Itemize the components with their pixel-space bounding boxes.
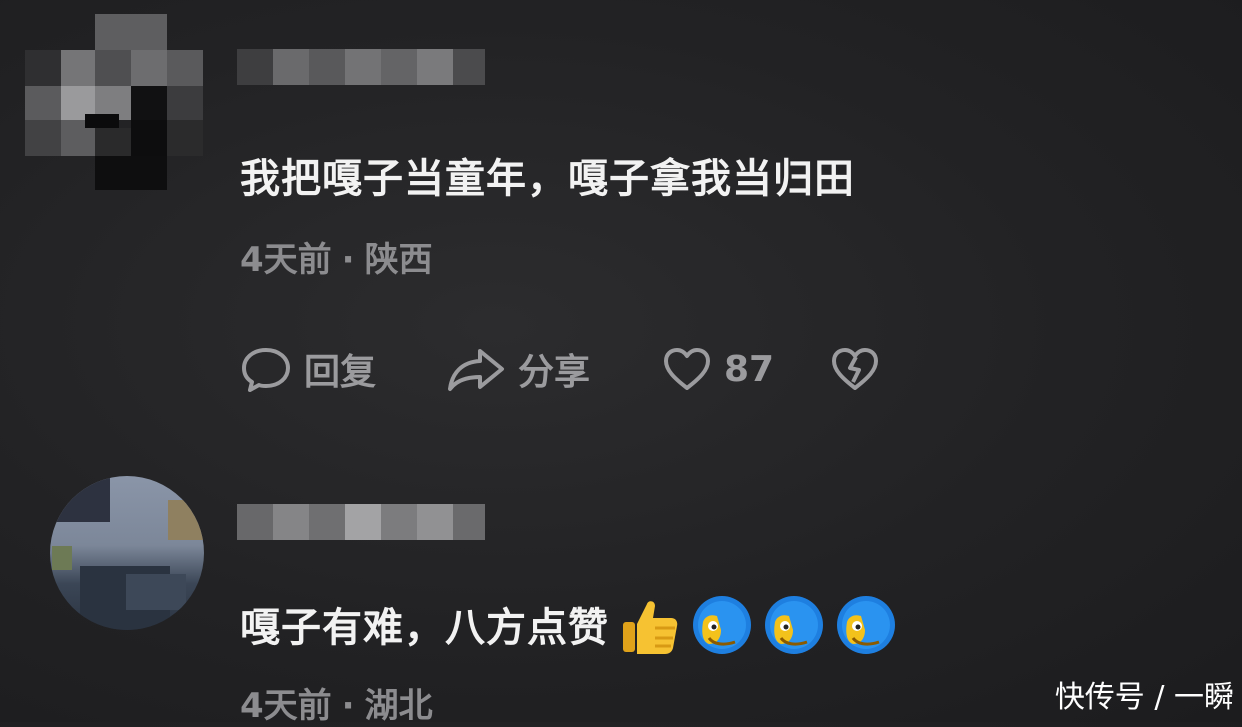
location: 湖北 (364, 686, 433, 726)
share-button[interactable]: 分享 (446, 344, 590, 394)
heart-icon (664, 348, 710, 390)
comment-meta: 4天前 · 湖北 (240, 678, 433, 727)
comment-text: 我把嘎子当童年，嘎子拿我当归田 (240, 156, 855, 202)
comment-meta: 4天前 · 陕西 (240, 232, 433, 281)
comment-bubble-icon (242, 348, 290, 392)
watermark: 快传号 / 一瞬 (1054, 680, 1234, 715)
timestamp: 4天前 (240, 686, 332, 726)
thumbs-up-icon (619, 594, 681, 666)
username[interactable] (237, 504, 485, 540)
separator: · (341, 240, 355, 280)
username[interactable] (237, 49, 485, 85)
share-arrow-icon (448, 349, 504, 391)
comment-text-row: 嘎子有难，八方点赞 (240, 594, 897, 666)
comment-item: 我把嘎子当童年，嘎子拿我当归田 4天前 · 陕西 回复 分享 87 (0, 0, 1242, 440)
reply-button[interactable]: 回复 (240, 344, 376, 394)
share-label: 分享 (518, 352, 591, 393)
doge-emoji-icon (835, 594, 897, 666)
like-count: 87 (724, 348, 775, 390)
avatar[interactable] (50, 476, 204, 630)
reply-label: 回复 (304, 352, 377, 393)
dislike-button[interactable] (830, 344, 880, 394)
separator: · (341, 686, 355, 726)
like-button[interactable]: 87 (662, 344, 774, 394)
doge-emoji-icon (691, 594, 753, 666)
avatar[interactable] (25, 14, 203, 190)
doge-emoji-icon (763, 594, 825, 666)
comment-text: 嘎子有难，八方点赞 (240, 605, 609, 651)
timestamp: 4天前 (240, 240, 332, 280)
location: 陕西 (364, 240, 433, 280)
broken-heart-icon (832, 348, 878, 390)
